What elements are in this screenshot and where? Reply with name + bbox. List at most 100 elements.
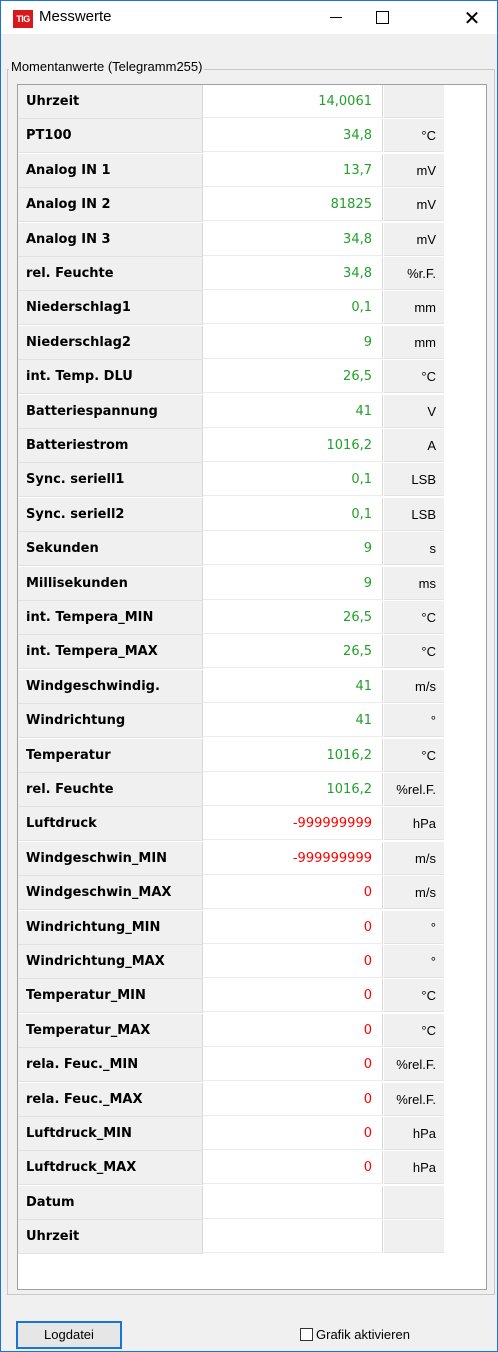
row-value-cell[interactable]: 1016,2: [203, 429, 383, 462]
row-unit-cell: [384, 1220, 444, 1254]
row-value-cell[interactable]: 34,8: [203, 119, 383, 153]
row-unit-cell: mV: [384, 222, 444, 256]
logdatei-button[interactable]: Logdatei: [16, 1321, 122, 1349]
minimize-button[interactable]: [313, 1, 359, 34]
table-row[interactable]: Sync. seriell1 0,1 LSB: [18, 463, 486, 498]
row-value-cell[interactable]: 26,5: [203, 635, 383, 669]
table-row[interactable]: rela. Feuc._MAX 0 %rel.F.: [18, 1082, 486, 1117]
row-unit-cell: %r.F.: [384, 257, 444, 290]
table-row[interactable]: Luftdruck_MIN 0 hPa: [18, 1117, 486, 1151]
row-value-cell[interactable]: 41: [203, 394, 383, 428]
table-row[interactable]: Luftdruck_MAX 0 hPa: [18, 1151, 486, 1186]
table-row[interactable]: Batteriespannung 41 V: [18, 394, 486, 429]
maximize-button[interactable]: [359, 1, 405, 34]
table-row[interactable]: Uhrzeit 14,0061: [18, 85, 486, 119]
grafik-checkbox-label[interactable]: Grafik aktivieren: [316, 1327, 410, 1342]
table-row[interactable]: Windgeschwin_MAX 0 m/s: [18, 876, 486, 911]
table-row[interactable]: int. Tempera_MAX 26,5 °C: [18, 635, 486, 670]
table-row[interactable]: Analog IN 3 34,8 mV: [18, 222, 486, 257]
row-value-cell[interactable]: 0: [203, 1117, 383, 1150]
table-row[interactable]: Batteriestrom 1016,2 A: [18, 429, 486, 463]
row-value-cell[interactable]: 81825: [203, 188, 383, 222]
row-value-cell[interactable]: 0: [203, 910, 383, 944]
row-name-cell: Uhrzeit: [18, 1220, 203, 1255]
table-row[interactable]: rela. Feuc._MIN 0 %rel.F.: [18, 1048, 486, 1083]
row-value-cell[interactable]: -999999999: [203, 807, 383, 841]
row-value-cell[interactable]: -999999999: [203, 841, 383, 875]
row-unit-cell: mV: [384, 153, 444, 187]
row-name-cell: Windrichtung_MAX: [18, 945, 203, 979]
row-value-cell[interactable]: 0: [203, 979, 383, 1013]
row-name-cell: Temperatur: [18, 738, 203, 773]
row-unit-cell: m/s: [384, 876, 444, 910]
row-value-cell[interactable]: 9: [203, 532, 383, 566]
table-row[interactable]: Millisekunden 9 ms: [18, 566, 486, 601]
row-value-cell[interactable]: 13,7: [203, 153, 383, 187]
row-name-cell: rela. Feuc._MIN: [18, 1048, 203, 1083]
row-value-cell[interactable]: 1016,2: [203, 773, 383, 806]
row-value-cell[interactable]: 1016,2: [203, 738, 383, 772]
row-unit-cell: %rel.F.: [384, 773, 444, 806]
row-value-cell[interactable]: 9: [203, 325, 383, 359]
table-row[interactable]: Luftdruck -999999999 hPa: [18, 807, 486, 842]
row-unit-cell: LSB: [384, 463, 444, 497]
table-row[interactable]: Sekunden 9 s: [18, 532, 486, 567]
table-row[interactable]: int. Tempera_MIN 26,5 °C: [18, 601, 486, 635]
row-value-cell[interactable]: 0: [203, 1048, 383, 1082]
table-row[interactable]: PT100 34,8 °C: [18, 119, 486, 154]
table-row[interactable]: Analog IN 1 13,7 mV: [18, 153, 486, 188]
table-row[interactable]: Temperatur 1016,2 °C: [18, 738, 486, 773]
row-value-cell[interactable]: 9: [203, 566, 383, 600]
row-name-cell: Analog IN 1: [18, 153, 203, 188]
grafik-checkbox-wrap[interactable]: Grafik aktivieren: [300, 1324, 410, 1344]
table-row[interactable]: int. Temp. DLU 26,5 °C: [18, 360, 486, 395]
row-value-cell[interactable]: [203, 1185, 383, 1219]
table-row[interactable]: Niederschlag1 0,1 mm: [18, 291, 486, 326]
table-row[interactable]: Temperatur_MAX 0 °C: [18, 1013, 486, 1048]
row-value-cell[interactable]: 34,8: [203, 222, 383, 256]
row-value-cell[interactable]: 0: [203, 1151, 383, 1185]
row-unit-cell: mV: [384, 188, 444, 222]
table-row[interactable]: Windrichtung 41 °: [18, 704, 486, 739]
row-name-cell: int. Temp. DLU: [18, 360, 203, 395]
table-row[interactable]: rel. Feuchte 34,8 %r.F.: [18, 257, 486, 291]
row-value-cell[interactable]: 41: [203, 669, 383, 703]
row-value-cell[interactable]: 14,0061: [203, 85, 383, 118]
row-value-cell[interactable]: 26,5: [203, 601, 383, 634]
table-row[interactable]: Uhrzeit: [18, 1220, 486, 1255]
row-value-cell[interactable]: 0,1: [203, 497, 383, 531]
row-value-cell[interactable]: 0: [203, 1013, 383, 1047]
title-bar[interactable]: TIG Messwerte ✕: [1, 1, 497, 34]
table-row[interactable]: Windrichtung_MIN 0 °: [18, 910, 486, 945]
table-row[interactable]: rel. Feuchte 1016,2 %rel.F.: [18, 773, 486, 807]
close-button[interactable]: ✕: [449, 1, 495, 34]
row-unit-cell: °C: [384, 601, 444, 634]
row-value-cell[interactable]: 0: [203, 1082, 383, 1116]
table-row[interactable]: Analog IN 2 81825 mV: [18, 188, 486, 223]
row-name-cell: Luftdruck_MAX: [18, 1151, 203, 1186]
table-row[interactable]: Windrichtung_MAX 0 °: [18, 945, 486, 979]
row-value-cell[interactable]: 0,1: [203, 463, 383, 497]
table-row[interactable]: Windgeschwin_MIN -999999999 m/s: [18, 841, 486, 876]
row-name-cell: rela. Feuc._MAX: [18, 1082, 203, 1117]
row-value-cell[interactable]: 34,8: [203, 257, 383, 290]
table-row[interactable]: Niederschlag2 9 mm: [18, 325, 486, 360]
table-row[interactable]: Datum: [18, 1185, 486, 1220]
row-name-cell: Luftdruck: [18, 807, 203, 842]
row-value-cell[interactable]: 0: [203, 876, 383, 910]
row-name-cell: Uhrzeit: [18, 85, 203, 119]
window-title: Messwerte: [39, 8, 112, 25]
row-unit-cell: °C: [384, 738, 444, 772]
row-value-cell[interactable]: 0,1: [203, 291, 383, 325]
table-row[interactable]: Windgeschwindig. 41 m/s: [18, 669, 486, 704]
row-value-cell[interactable]: 26,5: [203, 360, 383, 394]
row-value-cell[interactable]: [203, 1220, 383, 1254]
row-value-cell[interactable]: 0: [203, 945, 383, 978]
grafik-checkbox[interactable]: [300, 1327, 313, 1341]
row-unit-cell: hPa: [384, 1151, 444, 1185]
table-row[interactable]: Temperatur_MIN 0 °C: [18, 979, 486, 1014]
row-value-cell[interactable]: 41: [203, 704, 383, 738]
table-row[interactable]: Sync. seriell2 0,1 LSB: [18, 497, 486, 532]
values-grid[interactable]: Uhrzeit 14,0061 PT100 34,8 °C Analog IN 1 13,7…: [17, 84, 487, 1290]
row-name-cell: Niederschlag2: [18, 325, 203, 360]
